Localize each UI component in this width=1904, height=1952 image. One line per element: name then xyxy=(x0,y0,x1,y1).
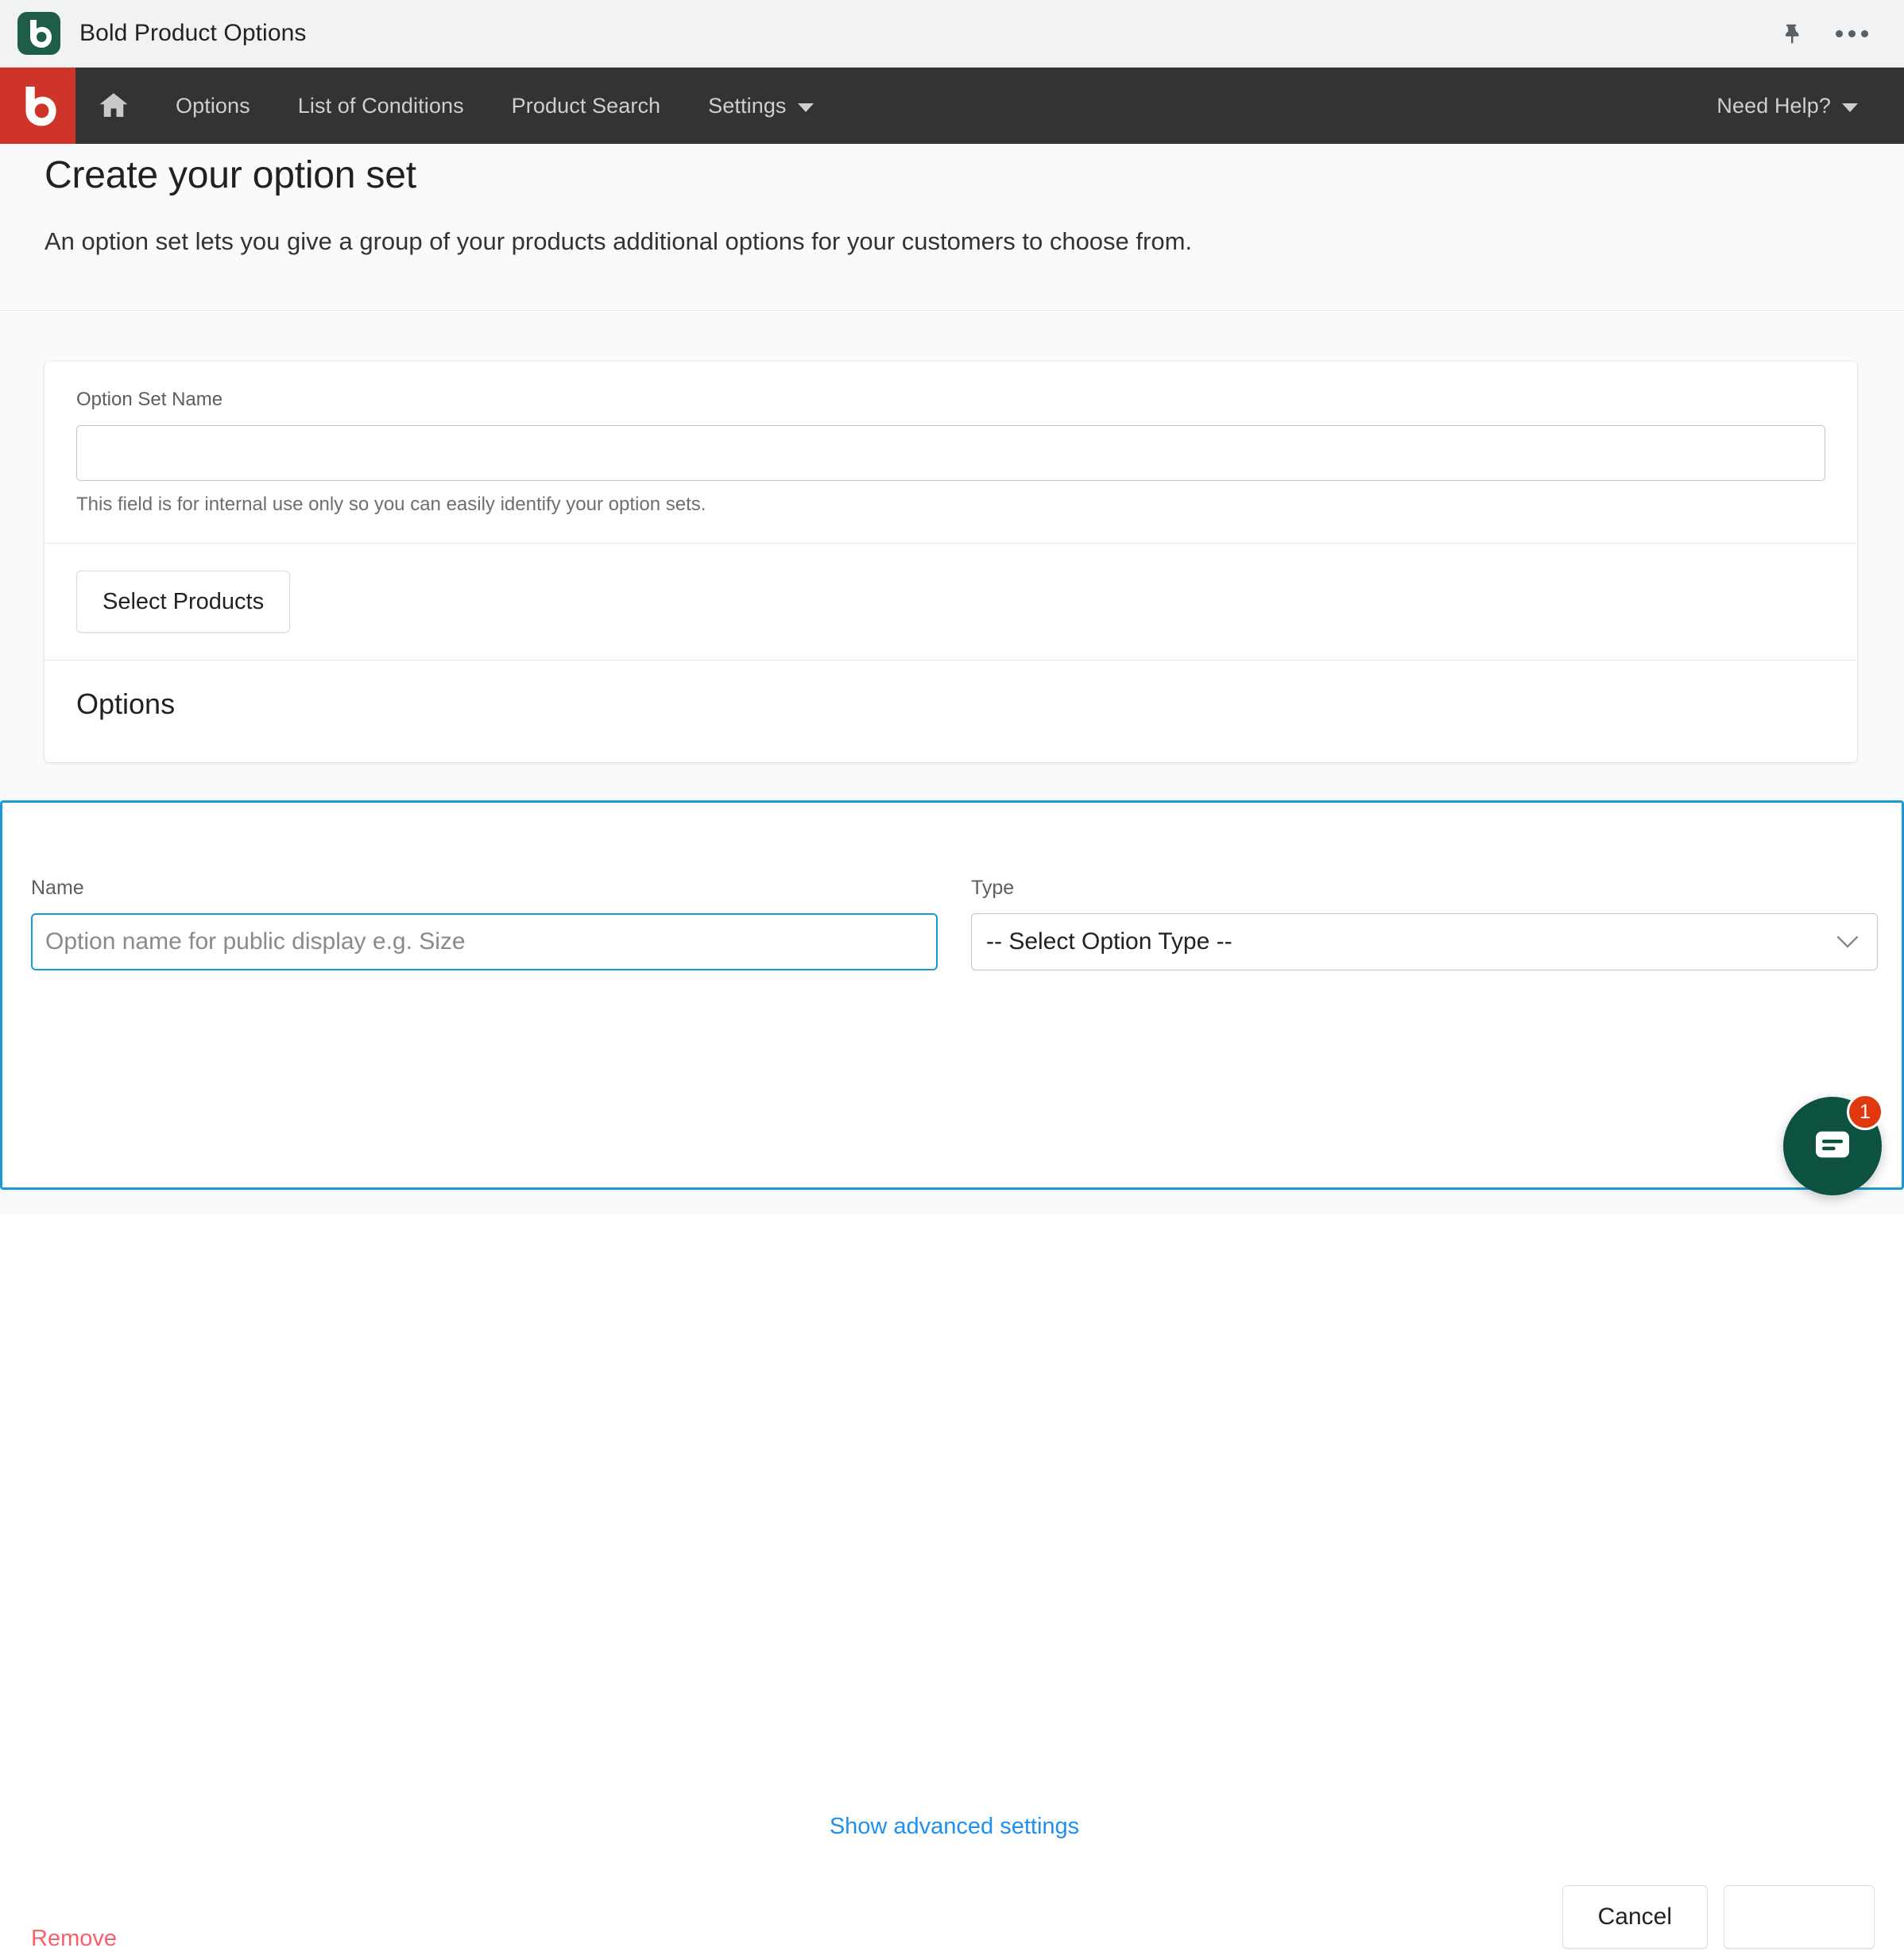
option-type-field: Type -- Select Option Type -- xyxy=(971,877,1878,970)
chat-launcher-button[interactable]: 1 xyxy=(1783,1097,1882,1195)
remove-option-link[interactable]: Remove xyxy=(31,1926,117,1952)
select-products-section: Select Products xyxy=(45,544,1857,660)
page-header: Create your option set An option set let… xyxy=(0,144,1904,311)
nav-item-label: Options xyxy=(176,94,250,118)
nav-item-label: Need Help? xyxy=(1716,94,1831,118)
nav-item-list-of-conditions[interactable]: List of Conditions xyxy=(274,68,488,144)
page-title: Create your option set xyxy=(45,153,416,197)
page-subtitle: An option set lets you give a group of y… xyxy=(45,227,1192,256)
option-name-field: Name xyxy=(31,877,938,970)
options-section: Options xyxy=(45,660,1857,762)
option-set-name-help: This field is for internal use only so y… xyxy=(76,494,1825,516)
option-fields-row: Name Type -- Select Option Type -- xyxy=(31,877,1878,970)
option-type-label: Type xyxy=(971,877,1878,900)
option-name-label: Name xyxy=(31,877,938,900)
nav-item-label: List of Conditions xyxy=(298,94,464,118)
nav-item-label: Product Search xyxy=(512,94,661,118)
show-advanced-settings-label: Show advanced settings xyxy=(830,1814,1079,1839)
more-horizontal-icon[interactable] xyxy=(1836,17,1867,49)
home-icon[interactable] xyxy=(75,68,152,144)
chevron-down-icon xyxy=(1836,928,1859,955)
app-title: Bold Product Options xyxy=(79,20,307,47)
nav-item-options[interactable]: Options xyxy=(152,68,274,144)
option-editor-panel: Name Type -- Select Option Type -- Show … xyxy=(0,800,1904,1190)
options-heading: Options xyxy=(76,687,1825,721)
nav-item-product-search[interactable]: Product Search xyxy=(488,68,685,144)
chat-unread-badge: 1 xyxy=(1847,1094,1883,1130)
main-navigation-bar: Options List of Conditions Product Searc… xyxy=(0,68,1904,144)
embedded-app-top-bar: Bold Product Options xyxy=(0,0,1904,68)
option-type-selected-value: -- Select Option Type -- xyxy=(986,928,1233,955)
chevron-down-icon xyxy=(798,103,814,112)
option-set-card: Option Set Name This field is for intern… xyxy=(45,362,1857,762)
option-set-name-input[interactable] xyxy=(76,425,1825,481)
bold-b-logo-icon xyxy=(17,12,60,55)
secondary-action-button[interactable] xyxy=(1724,1885,1875,1949)
chat-message-icon xyxy=(1810,1122,1855,1171)
cancel-button[interactable]: Cancel xyxy=(1562,1885,1708,1949)
option-panel-actions: Cancel xyxy=(1562,1885,1875,1949)
option-type-select[interactable]: -- Select Option Type -- xyxy=(971,913,1878,970)
nav-item-need-help[interactable]: Need Help? xyxy=(1693,68,1882,144)
select-products-button[interactable]: Select Products xyxy=(76,571,290,633)
bold-b-brand-icon[interactable] xyxy=(0,68,75,144)
nav-item-label: Settings xyxy=(708,94,786,118)
option-set-name-section: Option Set Name This field is for intern… xyxy=(45,362,1857,543)
pushpin-icon[interactable] xyxy=(1775,17,1807,49)
option-set-name-label: Option Set Name xyxy=(76,389,1825,411)
option-name-input[interactable] xyxy=(31,913,938,970)
nav-item-settings[interactable]: Settings xyxy=(684,68,837,144)
show-advanced-settings-link[interactable]: Show advanced settings xyxy=(2,1814,1904,1840)
chevron-down-icon xyxy=(1842,103,1858,112)
chrome-actions xyxy=(1775,17,1867,49)
